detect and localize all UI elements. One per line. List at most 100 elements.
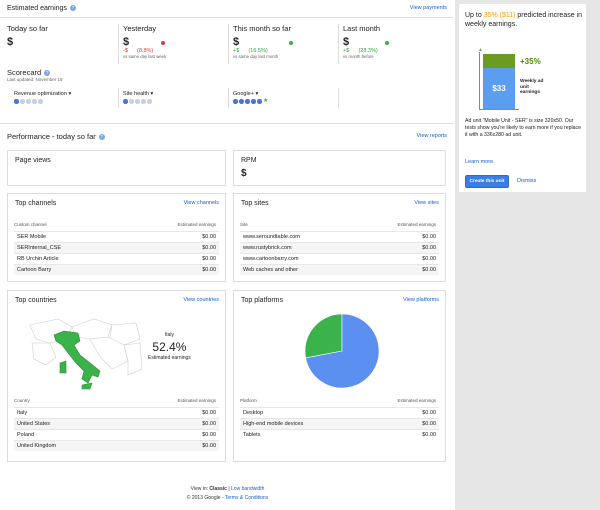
column-header: Estimated earnings <box>177 222 216 227</box>
section-divider <box>0 123 453 124</box>
right-sidebar: Up to 35% ($11) predicted increase in we… <box>455 0 600 510</box>
row-name: RB Urchin Article <box>17 256 59 262</box>
map-country-sardinia <box>59 360 67 374</box>
table-row[interactable]: SER Mobile $0.00 <box>14 231 219 242</box>
rpm-value: $ <box>241 168 247 179</box>
learn-more-link[interactable]: Learn more. <box>465 159 495 165</box>
table-row[interactable]: Cartoon Barry $0.00 <box>14 264 219 275</box>
view-payments-link[interactable]: View payments <box>410 5 447 11</box>
footer-view-in: View in: Classic | Low bandwidth <box>0 486 455 492</box>
stat-divider <box>118 24 119 64</box>
performance-title: Performance - today so far <box>7 132 96 141</box>
platform-pie-chart[interactable] <box>302 311 382 391</box>
table-row[interactable]: United Kingdom $0.00 <box>14 440 219 451</box>
rpm-title: RPM <box>241 157 257 164</box>
stat-title: Yesterday <box>123 24 157 33</box>
map-caption: Estimated earnings <box>148 355 191 361</box>
row-value: $0.00 <box>422 267 436 273</box>
view-platforms-link[interactable]: View platforms <box>403 297 439 303</box>
table-row[interactable]: Poland $0.00 <box>14 429 219 440</box>
table-header: Country Estimated earnings <box>14 398 219 403</box>
stat-today: Today so far $ <box>7 24 107 48</box>
table-row[interactable]: www.cartoonbarry.com $0.00 <box>240 253 439 264</box>
table-header: Custom channel Estimated earnings <box>14 222 219 227</box>
view-countries-link[interactable]: View countries <box>183 297 219 303</box>
table-row[interactable]: SERInternal_CSE $0.00 <box>14 242 219 253</box>
row-name: www.cartoonbarry.com <box>243 256 299 262</box>
row-name: www.rustybrick.com <box>243 245 292 251</box>
country-map[interactable] <box>28 313 143 393</box>
table-row[interactable]: www.rustybrick.com $0.00 <box>240 242 439 253</box>
help-icon[interactable]: ? <box>69 5 76 12</box>
table-header: Site Estimated earnings <box>240 222 439 227</box>
column-header: Platform <box>240 398 257 403</box>
table-row[interactable]: Web caches and other $0.00 <box>240 264 439 275</box>
footer-classic: Classic <box>209 486 227 492</box>
scorecard-item-google-plus[interactable]: Google+ ▾ ★ <box>233 91 270 106</box>
stat-title: Today so far <box>7 24 48 33</box>
stat-title: Last month <box>343 24 381 33</box>
top-sites-card: Top sites View sites Site Estimated earn… <box>233 193 446 282</box>
table-row[interactable]: Desktop $0.00 <box>240 407 439 418</box>
row-name: Italy <box>17 410 28 416</box>
column-header: Estimated earnings <box>397 222 436 227</box>
stat-note: vs same day last week <box>123 54 167 59</box>
top-channels-card: Top channels View channels Custom channe… <box>7 193 226 282</box>
scorecard-header: Scorecard? Last updated: November 18 <box>7 68 63 82</box>
create-unit-button[interactable]: Create this unit <box>465 175 509 188</box>
top-platforms-title: Top platforms <box>241 297 284 304</box>
trend-up-icon <box>384 41 389 45</box>
dismiss-link[interactable]: Dismiss <box>517 178 536 184</box>
rpm-card: RPM $ <box>233 150 446 186</box>
copyright-text: © 2013 Google - <box>186 495 224 501</box>
table-row[interactable]: www.seroundtable.com $0.00 <box>240 231 439 242</box>
stat-divider <box>338 24 339 64</box>
row-name: Poland <box>17 432 35 438</box>
top-channels-title: Top channels <box>15 200 57 207</box>
table-row[interactable]: Italy $0.00 <box>14 407 219 418</box>
scorecard-item-revenue[interactable]: Revenue optimization ▾ <box>14 91 71 106</box>
scorecard-item-site-health[interactable]: Site health ▾ <box>123 91 153 106</box>
map-percent: 52.4% <box>152 340 187 354</box>
row-value: $0.00 <box>422 432 436 438</box>
estimated-earnings-title: Estimated earnings? <box>7 5 76 12</box>
view-channels-link[interactable]: View channels <box>184 200 219 206</box>
table-row[interactable]: RB Urchin Article $0.00 <box>14 253 219 264</box>
stat-value: $ <box>343 36 350 48</box>
score-dots <box>14 99 71 106</box>
footer-copyright: © 2013 Google - Terms & Conditions <box>0 495 455 501</box>
axis-arrow-icon: ▲ <box>478 47 483 53</box>
help-icon[interactable]: ? <box>98 134 105 141</box>
page-views-card: Page views <box>7 150 226 186</box>
star-icon: ★ <box>263 98 269 104</box>
scorecard-item-label: Site health <box>123 91 149 97</box>
table-row[interactable]: High-end mobile devices $0.00 <box>240 418 439 429</box>
row-value: $0.00 <box>202 443 216 449</box>
row-name: SER Mobile <box>17 234 47 240</box>
pie-slice-high-end-mobile-devices[interactable] <box>304 313 343 359</box>
view-sites-link[interactable]: View sites <box>414 200 439 206</box>
column-header: Estimated earnings <box>397 398 436 403</box>
map-country-sicily <box>81 382 93 390</box>
terms-link[interactable]: Terms & Conditions <box>225 495 268 501</box>
row-name: Desktop <box>243 410 264 416</box>
column-header: Site <box>240 222 248 227</box>
footer-separator: | <box>228 486 230 492</box>
score-dots <box>123 99 153 106</box>
row-name: United States <box>17 421 51 427</box>
stat-note: vs same day last month <box>233 54 279 59</box>
dropdown-arrow-icon: ▾ <box>255 91 259 97</box>
promo-headline: Up to 35% ($11) predicted increase in we… <box>465 12 583 29</box>
footer-view-in-label: View in: <box>190 486 209 492</box>
low-bandwidth-link[interactable]: Low bandwidth <box>231 486 264 492</box>
view-reports-link[interactable]: View reports <box>417 133 447 139</box>
table-row[interactable]: United States $0.00 <box>14 418 219 429</box>
table-header: Platform Estimated earnings <box>240 398 439 403</box>
performance-header: Performance - today so far? <box>7 132 105 141</box>
help-icon[interactable]: ? <box>44 70 51 77</box>
optimization-promo-card: Up to 35% ($11) predicted increase in we… <box>459 4 586 192</box>
row-name: Web caches and other <box>243 267 298 273</box>
stat-title: This month so far <box>233 24 291 33</box>
stat-value: $ <box>7 36 14 48</box>
table-row[interactable]: Tablets $0.00 <box>240 429 439 440</box>
